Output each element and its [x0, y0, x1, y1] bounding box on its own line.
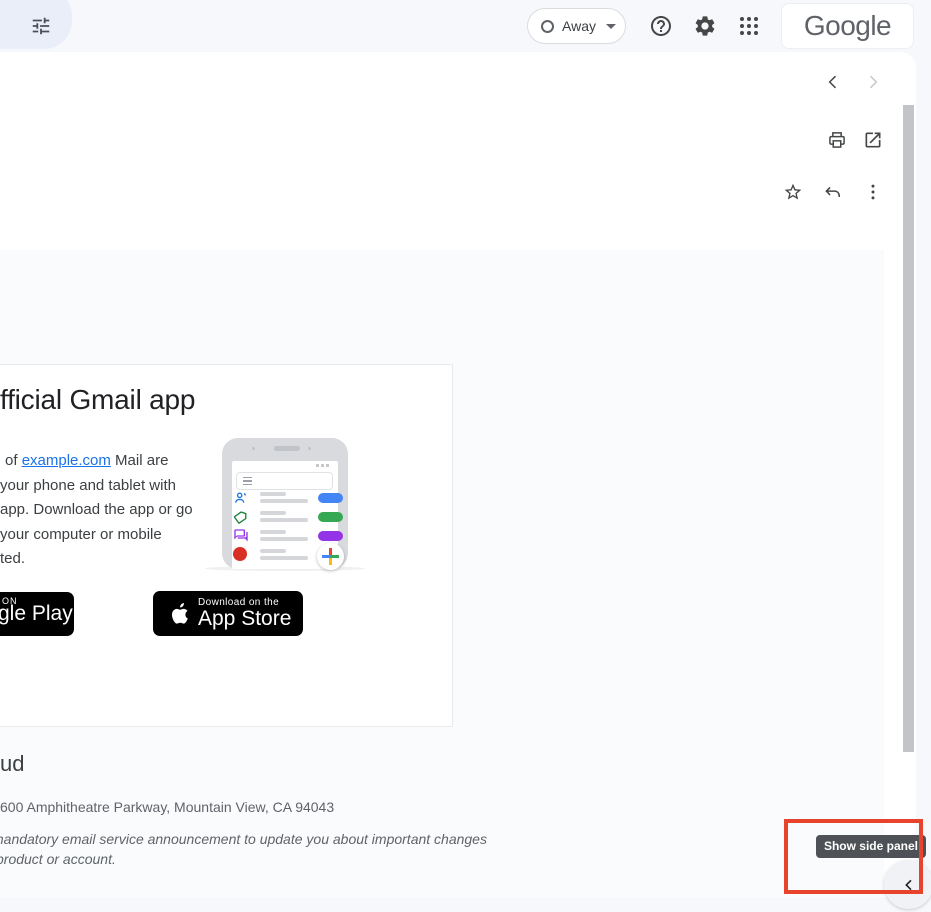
text-bar: [260, 549, 286, 553]
body-line-4: your computer or mobile: [0, 523, 230, 548]
newer-message-button[interactable]: [823, 72, 843, 92]
google-logo-card[interactable]: Google: [781, 3, 914, 49]
email-heading: fficial Gmail app: [0, 384, 195, 416]
body-line-1: of example.com Mail are: [0, 449, 230, 474]
show-side-panel-tooltip: Show side panel: [816, 835, 926, 858]
contacts-icon: [233, 490, 249, 506]
reply-icon[interactable]: [823, 182, 843, 202]
print-icon[interactable]: [827, 130, 847, 150]
app-store-badge[interactable]: Download on the App Store: [153, 591, 303, 636]
apple-icon: [166, 600, 190, 628]
green-pill: [318, 512, 343, 522]
footer-note-line-1: mandatory email service announcement to …: [0, 831, 487, 847]
gmail-window: { "topbar": { "status_label": "Away", "l…: [0, 0, 931, 912]
text-bar: [260, 511, 286, 515]
text-bar: [260, 537, 308, 541]
apps-grid-icon[interactable]: [737, 14, 761, 38]
google-logo: Google: [804, 10, 891, 42]
text-bar: [260, 556, 308, 560]
scrollbar[interactable]: [903, 105, 914, 752]
show-side-panel-button[interactable]: [884, 860, 931, 909]
phone-camera-dot: [308, 447, 311, 450]
body-line-3: app. Download the app or go: [0, 498, 230, 523]
chevron-left-icon: [901, 877, 917, 893]
status-label: Away: [562, 18, 596, 34]
chat-icon: [233, 528, 249, 544]
body-line-2: your phone and tablet with: [0, 474, 230, 499]
example-link[interactable]: example.com: [22, 452, 111, 469]
store-badge-bottom-text: App Store: [198, 608, 291, 630]
phone-search-bar: [236, 472, 333, 490]
phone-camera-dot: [252, 447, 255, 450]
text-bar: [260, 499, 308, 503]
blue-pill: [318, 493, 343, 503]
text-bar: [260, 530, 286, 534]
record-dot: [233, 547, 247, 561]
phone-status-icons: [316, 464, 329, 467]
footer-note-line-2: product or account.: [0, 851, 116, 867]
older-message-button[interactable]: [863, 72, 883, 92]
plus-fab-icon: [317, 543, 344, 570]
store-badge-text: Download on the App Store: [198, 597, 291, 630]
tune-icon[interactable]: [30, 15, 52, 37]
text-bar: [260, 518, 308, 522]
footer-address: 600 Amphitheatre Parkway, Mountain View,…: [0, 799, 334, 815]
status-circle-icon: [541, 20, 554, 33]
top-app-bar: Away Google: [0, 0, 931, 52]
star-icon[interactable]: [783, 182, 803, 202]
caret-down-icon: [606, 24, 616, 29]
phone-speaker: [274, 446, 300, 451]
play-badge-bottom-text: gle Play: [0, 602, 73, 626]
footer-brand: ud: [0, 751, 24, 777]
email-body-text: of example.com Mail are your phone and t…: [0, 449, 230, 572]
more-vert-icon[interactable]: [863, 182, 883, 202]
help-icon[interactable]: [649, 14, 673, 38]
hamburger-icon: [243, 477, 252, 479]
open-in-new-icon[interactable]: [863, 130, 883, 150]
status-selector[interactable]: Away: [527, 8, 626, 44]
settings-gear-icon[interactable]: [693, 14, 717, 38]
purple-pill: [318, 531, 343, 541]
text-bar: [260, 492, 286, 496]
body-line-5: ted.: [0, 547, 230, 572]
